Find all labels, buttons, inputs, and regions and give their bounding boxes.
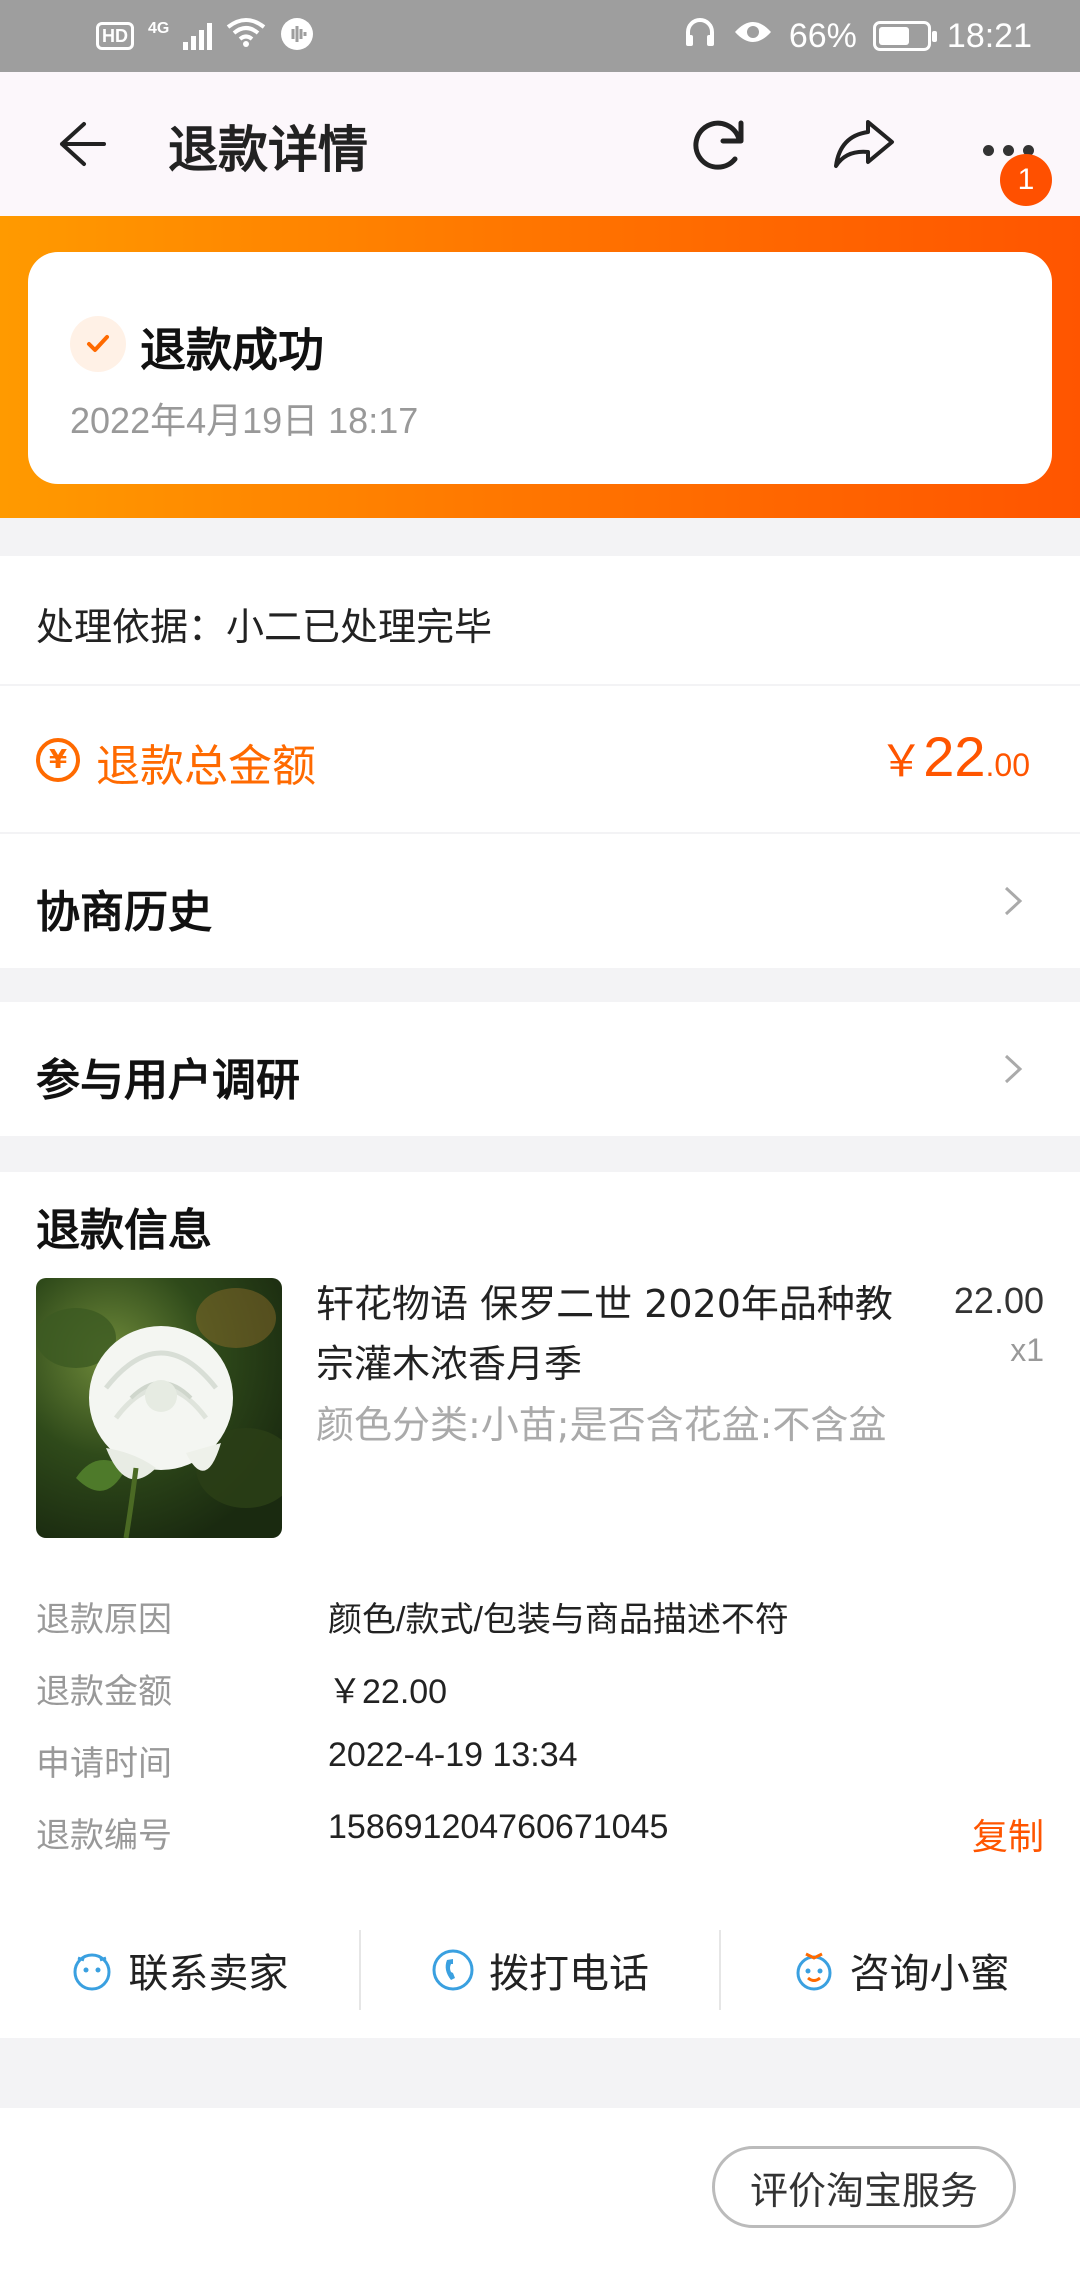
- refund-number-value: 158691204760671045: [328, 1808, 669, 1846]
- user-survey-row[interactable]: 参与用户调研: [0, 1002, 1080, 1136]
- refund-info-section: 退款信息 轩花物语 保罗二世 2020年品种教宗灌木浓香月季 颜色分类:小苗;是…: [0, 1172, 1080, 2038]
- headphones-icon: [683, 15, 717, 58]
- back-arrow-icon: [60, 122, 106, 166]
- apply-time-label: 申请时间: [36, 1744, 172, 1784]
- refund-number-label: 退款编号: [36, 1816, 172, 1856]
- page-title: 退款详情: [168, 121, 368, 179]
- currency-symbol: ￥: [879, 737, 924, 786]
- back-button[interactable]: [44, 108, 116, 180]
- refund-total-label: 退款总金额: [96, 741, 316, 792]
- assistant-icon: [796, 1952, 832, 1991]
- product-name[interactable]: 轩花物语 保罗二世 2020年品种教宗灌木浓香月季: [316, 1274, 926, 1394]
- refresh-button[interactable]: [680, 106, 756, 182]
- product-quantity: x1: [1010, 1332, 1044, 1368]
- network-type: 4G: [148, 20, 170, 37]
- hd-indicator: HD: [96, 22, 134, 50]
- refund-number-row: 退款编号 158691204760671045 复制: [36, 1808, 1044, 1864]
- refund-status-title: 退款成功: [140, 323, 324, 377]
- processing-basis-text: 处理依据：小二已处理完毕: [36, 605, 493, 649]
- phone-icon: [432, 1949, 474, 1991]
- product-spec: 颜色分类:小苗;是否含花盆:不含盆: [316, 1403, 887, 1447]
- status-banner: 退款成功 2022年4月19日 18:17: [0, 216, 1080, 518]
- refund-info-title: 退款信息: [36, 1205, 212, 1256]
- chevron-right-icon: [1004, 886, 1023, 916]
- processing-basis: 处理依据：小二已处理完毕: [0, 556, 1080, 684]
- status-right: 66% 18:21: [683, 15, 1032, 58]
- eye-icon: [733, 17, 773, 56]
- user-survey-label: 参与用户调研: [36, 1055, 300, 1106]
- status-bar: HD 4G 66% 18:21: [0, 0, 1080, 72]
- chat-face-icon: [73, 1953, 111, 1991]
- share-icon: [834, 120, 894, 168]
- refund-total-amount: ￥22.00: [879, 724, 1030, 789]
- call-phone-label: 拨打电话: [489, 1951, 649, 1997]
- status-card: 退款成功 2022年4月19日 18:17: [28, 252, 1052, 484]
- audio-icon: [280, 17, 314, 56]
- refund-status-time: 2022年4月19日 18:17: [70, 400, 419, 441]
- bottom-bar: 评价淘宝服务: [0, 2108, 1080, 2280]
- refresh-icon: [693, 120, 744, 170]
- refund-reason-value: 颜色/款式/包装与商品描述不符: [328, 1601, 789, 1639]
- status-left: HD 4G: [96, 17, 314, 56]
- battery-percent: 66%: [788, 16, 857, 55]
- yen-icon: ¥: [36, 738, 80, 782]
- status-time: 18:21: [946, 16, 1032, 55]
- title-bar: 退款详情 1: [0, 72, 1080, 216]
- refund-total-row: ¥ 退款总金额 ￥22.00: [0, 686, 1080, 832]
- amount-integer: 22: [923, 725, 986, 788]
- share-button[interactable]: [826, 106, 902, 182]
- battery-icon: [872, 21, 937, 51]
- refund-amount-value: ￥22.00: [328, 1673, 448, 1711]
- signal-icon: [183, 22, 213, 50]
- notification-badge: 1: [1000, 154, 1052, 206]
- refund-amount-label: 退款金额: [36, 1672, 172, 1712]
- negotiation-history-row[interactable]: 协商历史: [0, 834, 1080, 968]
- call-phone-button[interactable]: 拨打电话: [361, 1918, 720, 2022]
- amount-decimal: .00: [985, 747, 1030, 783]
- evaluate-service-button[interactable]: 评价淘宝服务: [712, 2146, 1016, 2228]
- consult-assistant-label: 咨询小蜜: [849, 1951, 1010, 1997]
- check-icon: [70, 316, 126, 372]
- contact-seller-button[interactable]: 联系卖家: [0, 1918, 359, 2022]
- copy-button[interactable]: 复制: [972, 1808, 1044, 1860]
- negotiation-history-label: 协商历史: [36, 887, 212, 938]
- wifi-icon: [226, 17, 266, 55]
- consult-assistant-button[interactable]: 咨询小蜜: [721, 1918, 1080, 2022]
- refund-amount-row: 退款金额 ￥22.00: [36, 1664, 1044, 1720]
- contact-seller-label: 联系卖家: [128, 1951, 289, 1997]
- battery-fill: [878, 27, 910, 45]
- chevron-right-icon: [1004, 1054, 1023, 1084]
- product-image[interactable]: [36, 1278, 282, 1538]
- apply-time-value: 2022-4-19 13:34: [328, 1736, 578, 1774]
- refund-reason-row: 退款原因 颜色/款式/包装与商品描述不符: [36, 1592, 1044, 1648]
- refund-reason-label: 退款原因: [36, 1600, 172, 1640]
- product-price: 22.00: [953, 1280, 1044, 1321]
- contact-actions: 联系卖家 拨打电话 咨询小蜜: [0, 1918, 1080, 2022]
- apply-time-row: 申请时间 2022-4-19 13:34: [36, 1736, 1044, 1792]
